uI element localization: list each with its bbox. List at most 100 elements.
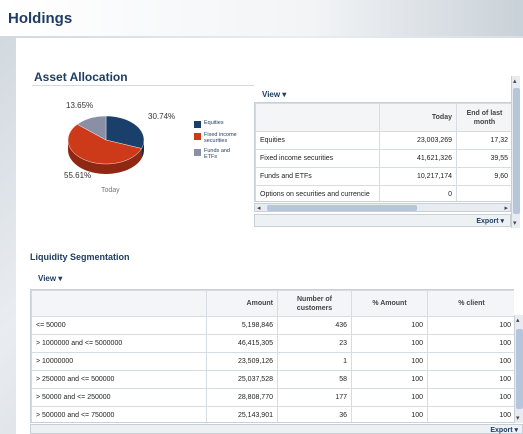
liq-row-pct-amount: 100 [351,334,428,353]
liquidity-vscroll-thumb[interactable] [516,329,523,409]
pie-caption: Today [101,187,120,194]
legend-swatch-funds [194,149,201,156]
liq-row-pct-amount: 100 [351,316,428,335]
table-row[interactable]: > 500000 and <= 750000 25,143,901 36 100… [31,406,514,422]
liquidity-title: Liquidity Segmentation [30,252,130,262]
asset-row-last: 17,32 [456,131,511,150]
liq-col-header-range [31,290,207,317]
legend-item-equities: Equities [194,120,244,128]
scroll-left-icon[interactable]: ◂ [257,204,261,212]
scroll-up-icon[interactable]: ▴ [516,316,520,324]
liq-row-pct-client: 100 [427,334,514,353]
liq-row-pct-amount: 100 [351,388,428,407]
table-row[interactable]: Funds and ETFs 10,217,174 9,60 [255,167,511,186]
liquidity-table-footer: Export ▾ [30,424,523,434]
liq-row-customers: 436 [277,316,352,335]
pie-label-funds: 13.65% [66,101,94,110]
legend-label: Fixed income securities [204,132,237,144]
legend-swatch-equities [194,121,201,128]
liq-col-header-customers[interactable]: Number of customers [277,290,352,317]
liq-row-customers: 23 [277,334,352,353]
liq-row-pct-amount: 100 [351,406,428,422]
asset-row-name: Funds and ETFs [255,167,380,186]
content-panel: Asset Allocation 13.65% 30.74% 55.61% To… [16,38,523,434]
asset-table-footer: Export ▾ [254,214,511,227]
liq-row-amount: 46,415,305 [206,334,278,353]
asset-row-name: Fixed income securities [255,149,380,168]
asset-scroll-thumb[interactable] [267,205,417,211]
scroll-up-icon[interactable]: ▴ [513,77,517,85]
liq-row-customers: 36 [277,406,352,422]
legend-item-fixed-income: Fixed income securities [194,132,244,144]
liq-row-customers: 58 [277,370,352,389]
asset-row-last: 39,55 [456,149,511,168]
liq-col-header-amount[interactable]: Amount [206,290,278,317]
scroll-right-icon[interactable]: ▸ [504,204,508,212]
table-row[interactable]: <= 50000 5,198,846 436 100 100 [31,316,514,335]
liq-row-amount: 25,037,528 [206,370,278,389]
table-row[interactable]: > 250000 and <= 500000 25,037,528 58 100… [31,370,514,389]
legend-swatch-fixed-income [194,133,201,140]
legend-label: Funds and ETFs [204,148,230,160]
asset-row-today: 23,003,269 [379,131,457,150]
liq-row-range: > 50000 and <= 250000 [31,388,207,407]
asset-title-divider [32,85,254,86]
page-title: Holdings [8,10,73,27]
liq-row-pct-client: 100 [427,406,514,422]
asset-col-header-today[interactable]: Today [379,103,457,132]
asset-row-name: Options on securities and currencie [255,185,380,201]
table-row[interactable]: Fixed income securities 41,621,326 39,55 [255,149,511,168]
liq-row-amount: 25,143,901 [206,406,278,422]
asset-row-last: 9,60 [456,167,511,186]
liq-row-pct-amount: 100 [351,370,428,389]
pie-label-equities: 30.74% [148,112,176,121]
legend-item-funds: Funds and ETFs [194,148,244,160]
top-header-background [0,0,523,36]
table-row[interactable]: > 10000000 23,509,126 1 100 100 [31,352,514,371]
asset-row-today: 0 [379,185,457,201]
liq-row-pct-client: 100 [427,316,514,335]
liq-col-header-pct-client[interactable]: % client [427,290,514,317]
asset-vscroll-thumb[interactable] [513,88,520,214]
liq-row-amount: 23,509,126 [206,352,278,371]
asset-row-last [456,185,511,201]
legend-label: Equities [204,120,224,126]
liq-row-range: > 250000 and <= 500000 [31,370,207,389]
table-row[interactable]: > 1000000 and <= 5000000 46,415,305 23 1… [31,334,514,353]
liq-row-range: > 500000 and <= 750000 [31,406,207,422]
liq-row-pct-amount: 100 [351,352,428,371]
liquidity-view-menu[interactable]: View ▾ [38,274,62,283]
liquidity-table: Amount Number of customers % Amount % cl… [30,289,514,423]
liq-row-pct-client: 100 [427,352,514,371]
table-row[interactable]: > 50000 and <= 250000 28,808,770 177 100… [31,388,514,407]
liq-row-pct-client: 100 [427,370,514,389]
asset-view-menu[interactable]: View ▾ [262,90,286,99]
asset-allocation-table: Today End of last month Equities 23,003,… [254,102,511,202]
liq-row-range: <= 50000 [31,316,207,335]
asset-horizontal-scrollbar[interactable]: ◂ ▸ [254,203,511,212]
liquidity-vertical-scrollbar[interactable]: ▴ ▾ [514,315,523,423]
liq-row-range: > 10000000 [31,352,207,371]
liq-row-amount: 5,198,846 [206,316,278,335]
scroll-down-icon[interactable]: ▾ [513,219,517,227]
asset-row-today: 41,621,326 [379,149,457,168]
liquidity-export-button[interactable]: Export ▾ [490,426,518,434]
scroll-down-icon[interactable]: ▾ [516,414,520,422]
asset-allocation-title: Asset Allocation [34,70,128,84]
asset-export-button[interactable]: Export ▾ [476,217,504,225]
table-row[interactable]: Options on securities and currencie 0 [255,185,511,201]
liq-row-customers: 1 [277,352,352,371]
asset-vertical-scrollbar[interactable]: ▴ ▾ [511,76,520,228]
liq-col-header-pct-amount[interactable]: % Amount [351,290,428,317]
pie-label-fixed-income: 55.61% [64,171,92,180]
liq-row-amount: 28,808,770 [206,388,278,407]
asset-col-header-last-month[interactable]: End of last month [456,103,511,132]
liq-row-range: > 1000000 and <= 5000000 [31,334,207,353]
table-row[interactable]: Equities 23,003,269 17,32 [255,131,511,150]
asset-row-today: 10,217,174 [379,167,457,186]
liq-row-pct-client: 100 [427,388,514,407]
pie-legend: Equities Fixed income securities Funds a… [194,120,244,164]
asset-col-header-name [255,103,380,132]
liq-row-customers: 177 [277,388,352,407]
asset-row-name: Equities [255,131,380,150]
